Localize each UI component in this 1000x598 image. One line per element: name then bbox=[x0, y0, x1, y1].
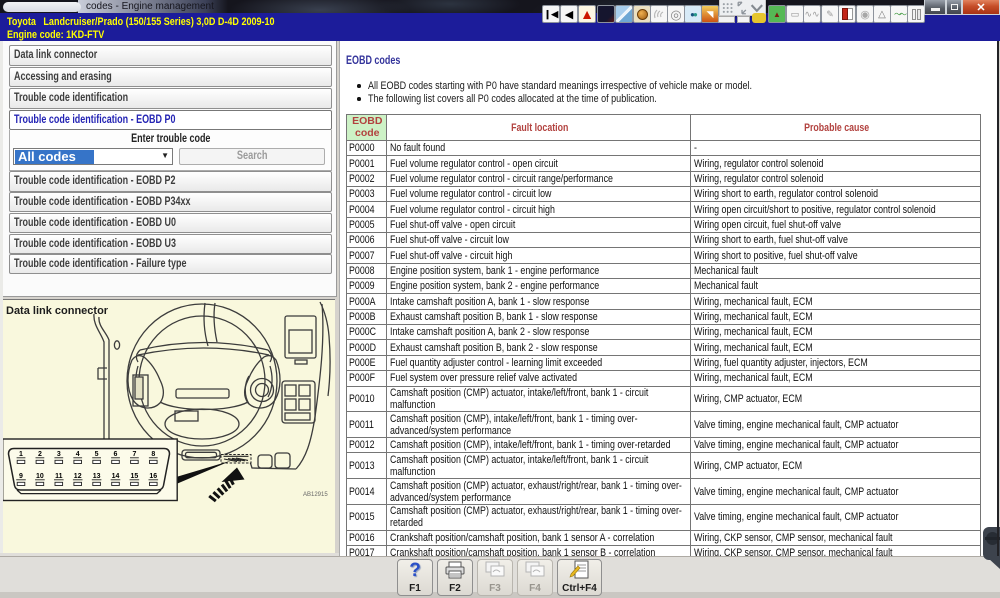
svg-text:6: 6 bbox=[114, 451, 118, 458]
svg-text:4: 4 bbox=[76, 451, 80, 458]
svg-text:AB12915: AB12915 bbox=[303, 492, 328, 498]
svg-text:14: 14 bbox=[112, 473, 120, 480]
svg-text:7: 7 bbox=[132, 451, 136, 458]
svg-text:12: 12 bbox=[74, 473, 82, 480]
svg-text:8: 8 bbox=[151, 451, 155, 458]
svg-text:9: 9 bbox=[19, 473, 23, 480]
svg-text:11: 11 bbox=[55, 473, 63, 480]
svg-text:1: 1 bbox=[19, 451, 23, 458]
svg-text:3: 3 bbox=[57, 451, 61, 458]
svg-text:16: 16 bbox=[149, 473, 157, 480]
svg-text:2: 2 bbox=[38, 451, 42, 458]
svg-text:5: 5 bbox=[95, 451, 99, 458]
svg-text:10: 10 bbox=[36, 473, 44, 480]
svg-text:13: 13 bbox=[93, 473, 101, 480]
svg-text:15: 15 bbox=[131, 473, 139, 480]
